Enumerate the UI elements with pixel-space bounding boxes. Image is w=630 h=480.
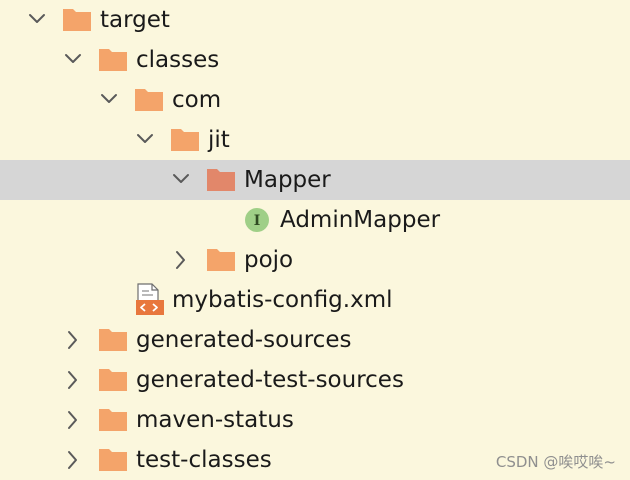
project-tree: target classes com jit Mapper I AdminMap…: [0, 0, 630, 480]
folder-icon: [170, 120, 200, 160]
tree-item-label: classes: [136, 47, 220, 73]
tree-item-label: jit: [208, 127, 230, 153]
chevron-right-icon[interactable]: [63, 360, 83, 400]
chevron-down-icon[interactable]: [171, 160, 191, 200]
chevron-right-icon[interactable]: [63, 440, 83, 480]
tree-item-label: generated-sources: [136, 327, 352, 353]
tree-item-generated-sources[interactable]: generated-sources: [0, 320, 630, 360]
folder-icon: [98, 360, 128, 400]
chevron-right-icon[interactable]: [171, 240, 191, 280]
folder-icon: [62, 0, 92, 40]
chevron-right-icon[interactable]: [63, 320, 83, 360]
tree-item-classes[interactable]: classes: [0, 40, 630, 80]
chevron-down-icon[interactable]: [27, 0, 47, 40]
folder-icon: [206, 160, 236, 200]
tree-item-label: test-classes: [136, 447, 272, 473]
folder-icon: [98, 320, 128, 360]
tree-item-target[interactable]: target: [0, 0, 630, 40]
interface-icon: I: [242, 200, 272, 240]
chevron-down-icon[interactable]: [135, 120, 155, 160]
tree-item-label: generated-test-sources: [136, 367, 404, 393]
folder-icon: [98, 40, 128, 80]
svg-text:I: I: [254, 213, 261, 229]
tree-item-label: target: [100, 7, 170, 33]
tree-item-pojo[interactable]: pojo: [0, 240, 630, 280]
xml-file-icon: [134, 280, 164, 320]
folder-icon: [134, 80, 164, 120]
tree-item-jit[interactable]: jit: [0, 120, 630, 160]
tree-item-maven-status[interactable]: maven-status: [0, 400, 630, 440]
tree-item-label: maven-status: [136, 407, 294, 433]
tree-item-label: AdminMapper: [280, 207, 441, 233]
tree-item-com[interactable]: com: [0, 80, 630, 120]
chevron-down-icon[interactable]: [99, 80, 119, 120]
tree-item-label: Mapper: [244, 167, 331, 193]
folder-icon: [206, 240, 236, 280]
chevron-right-icon[interactable]: [63, 400, 83, 440]
tree-item-generated-test-sources[interactable]: generated-test-sources: [0, 360, 630, 400]
folder-icon: [98, 440, 128, 480]
tree-item-mapper[interactable]: Mapper: [0, 160, 630, 200]
watermark-text: CSDN @唉哎唉~: [495, 453, 616, 471]
folder-icon: [98, 400, 128, 440]
tree-item-label: pojo: [244, 247, 294, 273]
tree-item-adminmapper[interactable]: I AdminMapper: [0, 200, 630, 240]
tree-item-label: com: [172, 87, 222, 113]
tree-item-label: mybatis-config.xml: [172, 287, 393, 313]
tree-item-mybatis-config[interactable]: mybatis-config.xml: [0, 280, 630, 320]
chevron-down-icon[interactable]: [63, 40, 83, 80]
